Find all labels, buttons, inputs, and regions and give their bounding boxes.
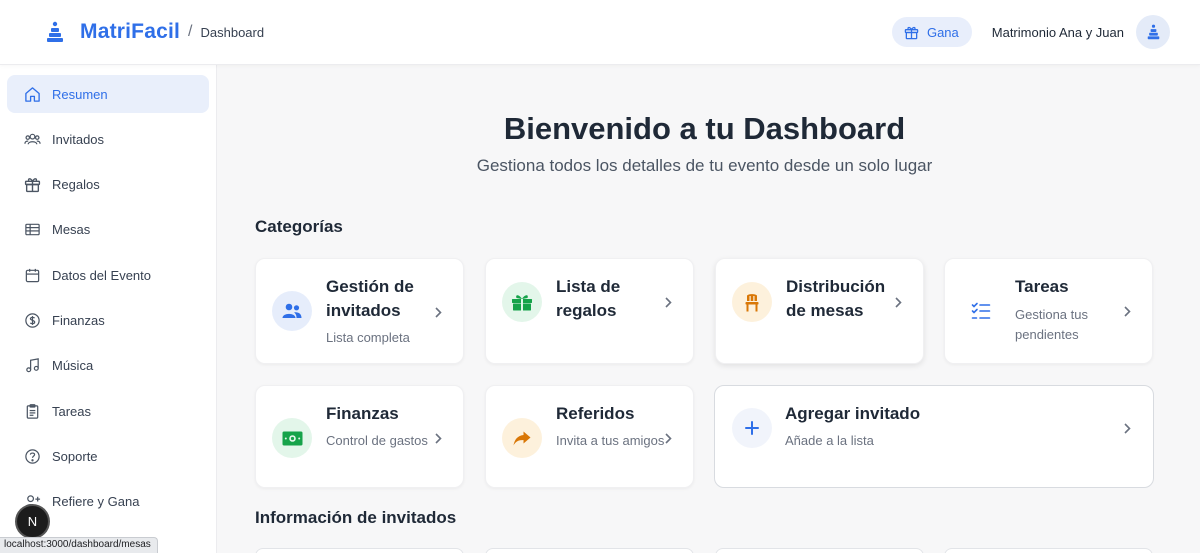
sidebar-item-label: Mesas: [52, 222, 91, 238]
guest-info-heading: Información de invitados: [255, 508, 457, 527]
sidebar-item-datos-del-evento[interactable]: Datos del Evento: [7, 256, 209, 294]
card-gestion-invitados[interactable]: Gestión de invitados Lista completa: [255, 258, 464, 364]
card-title: Gestión de invitados: [326, 277, 414, 320]
card-title: Tareas: [1015, 277, 1069, 296]
sidebar-item-finanzas[interactable]: Finanzas: [7, 301, 209, 339]
card-description: Control de gastos: [326, 433, 428, 448]
sidebar-item-label: Invitados: [52, 131, 105, 147]
card-title: Finanzas: [326, 404, 399, 423]
sidebar-item-label: Tareas: [52, 403, 92, 419]
wedding-cake-icon: [1147, 24, 1160, 40]
sidebar-item-label: Finanzas: [52, 312, 105, 328]
sidebar-item-soporte[interactable]: Soporte: [7, 437, 209, 475]
guest-info-card: [255, 548, 464, 553]
card-description: Lista completa: [326, 330, 410, 345]
gift-icon: [23, 176, 41, 194]
dev-tools-badge[interactable]: N: [17, 506, 48, 537]
card-lista-regalos[interactable]: Lista de regalos: [485, 258, 694, 364]
chevron-right-icon: [663, 431, 673, 445]
card-description: Añade a la lista: [785, 433, 874, 448]
sidebar-item-regalos[interactable]: Regalos: [7, 166, 209, 204]
breadcrumb-separator: /: [188, 23, 193, 40]
categories-heading: Categorías: [255, 217, 343, 236]
share-arrow-icon: [502, 418, 542, 458]
card-distribucion-mesas[interactable]: Distribución de mesas: [715, 258, 924, 364]
top-header: MatriFacil / Dashboard Gana Matrimonio A…: [0, 0, 1200, 65]
sidebar-item-tareas[interactable]: Tareas: [7, 392, 209, 430]
card-title: Referidos: [556, 404, 635, 423]
breadcrumb-current-page: Dashboard: [200, 24, 265, 40]
chevron-right-icon: [663, 295, 673, 309]
chevron-right-icon: [433, 431, 443, 445]
users-icon: [272, 291, 312, 331]
chevron-right-icon: [1122, 421, 1132, 435]
main-content: Bienvenido a tu Dashboard Gestiona todos…: [217, 65, 1200, 553]
help-icon: [23, 447, 41, 465]
sidebar-item-resumen[interactable]: Resumen: [7, 75, 209, 113]
calendar-icon: [23, 266, 41, 284]
sidebar-item-mesas[interactable]: Mesas: [7, 211, 209, 249]
card-title: Agregar invitado: [785, 404, 921, 423]
chevron-right-icon: [433, 305, 443, 319]
sidebar-item-invitados[interactable]: Invitados: [7, 120, 209, 158]
guest-info-card: [944, 548, 1153, 553]
plus-icon: [732, 408, 772, 448]
card-tareas[interactable]: Tareas Gestiona tus pendientes: [944, 258, 1153, 364]
clipboard-icon: [23, 402, 41, 420]
sidebar-item-label: Música: [52, 358, 94, 374]
card-finanzas[interactable]: Finanzas Control de gastos: [255, 385, 464, 488]
user-name: Matrimonio Ana y Juan: [991, 24, 1124, 40]
page-title: Bienvenido a tu Dashboard: [503, 111, 906, 146]
home-icon: [23, 85, 41, 103]
page-subtitle: Gestiona todos los detalles de tu evento…: [476, 156, 933, 175]
status-bar-url: localhost:3000/dashboard/mesas: [0, 537, 158, 553]
checklist-icon: [961, 291, 1001, 331]
chair-icon: [732, 282, 772, 322]
chevron-right-icon: [893, 295, 903, 309]
wedding-cake-icon: [44, 21, 66, 43]
gana-button[interactable]: Gana: [891, 17, 972, 47]
table-icon: [23, 221, 41, 239]
users-icon: [23, 130, 41, 148]
card-referidos[interactable]: Referidos Invita a tus amigos: [485, 385, 694, 488]
sidebar-item-label: Resumen: [52, 86, 108, 102]
sidebar-item-musica[interactable]: Música: [7, 347, 209, 385]
sidebar-item-label: Datos del Evento: [52, 267, 152, 283]
card-description: Gestiona tus pendientes: [1015, 307, 1088, 342]
sidebar-item-label: Refiere y Gana: [52, 494, 140, 510]
money-icon: [272, 418, 312, 458]
gift-icon: [904, 25, 919, 40]
card-title: Lista de regalos: [556, 277, 621, 320]
chevron-right-icon: [1122, 304, 1132, 318]
brand-name: MatriFacil: [80, 20, 181, 43]
brand[interactable]: MatriFacil: [44, 20, 180, 44]
sidebar: Resumen Invitados Regalos Mesas Datos de…: [0, 65, 217, 553]
gift-icon: [502, 282, 542, 322]
dollar-icon: [23, 311, 41, 329]
gana-label: Gana: [926, 24, 959, 40]
card-agregar-invitado[interactable]: Agregar invitado Añade a la lista: [714, 385, 1154, 488]
sidebar-item-label: Soporte: [52, 448, 98, 464]
user-avatar[interactable]: [1136, 15, 1170, 49]
guest-info-card: [485, 548, 694, 553]
guest-info-card: [715, 548, 924, 553]
sidebar-item-label: Regalos: [52, 177, 100, 193]
card-title: Distribución de mesas: [786, 277, 886, 320]
card-description: Invita a tus amigos: [556, 433, 665, 448]
music-icon: [23, 357, 41, 375]
